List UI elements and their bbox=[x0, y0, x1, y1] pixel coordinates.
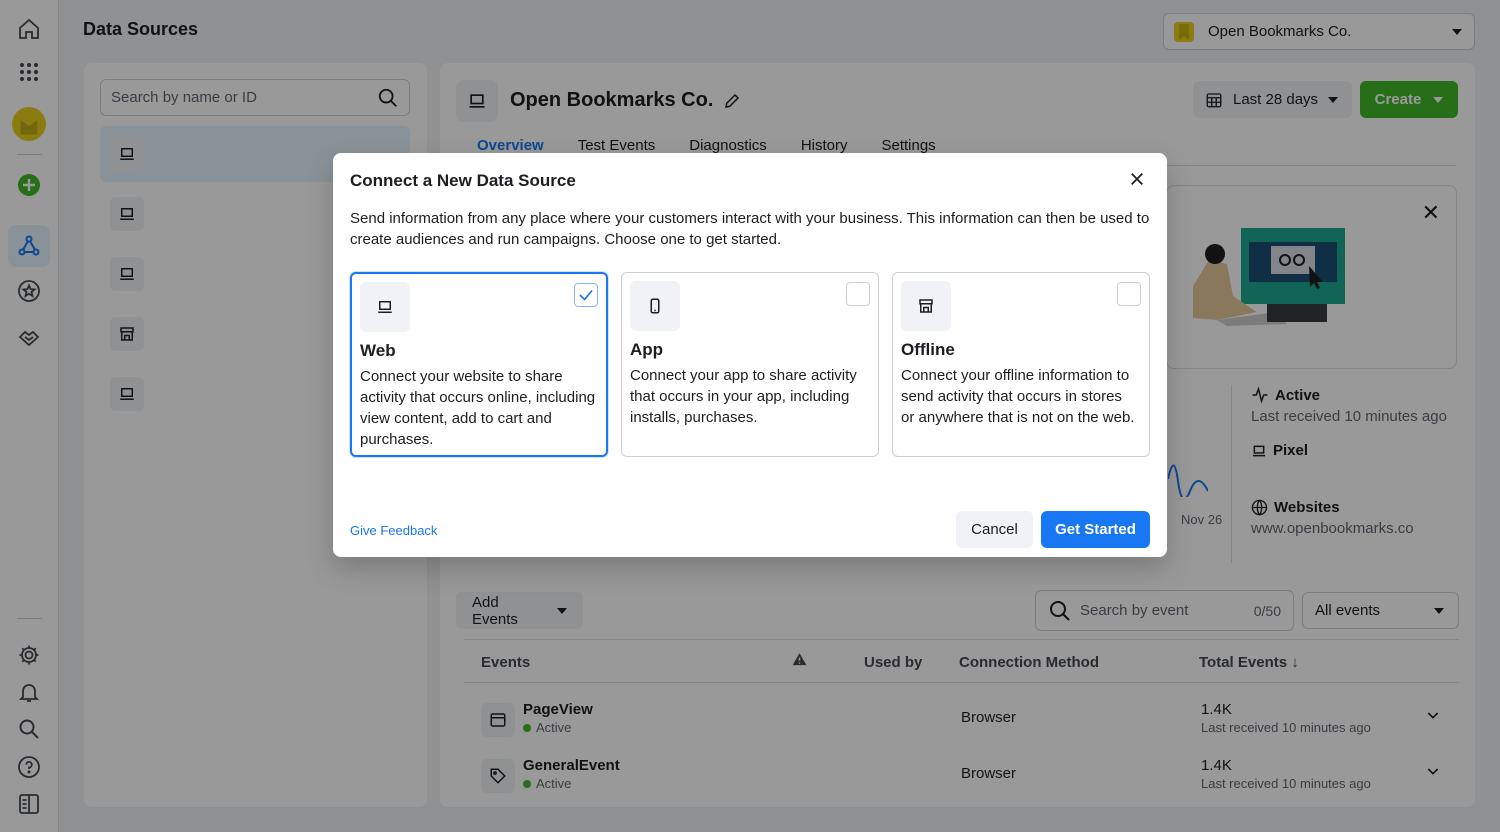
store-icon bbox=[901, 281, 951, 331]
get-started-button[interactable]: Get Started bbox=[1041, 511, 1150, 548]
offline-checkbox[interactable] bbox=[1117, 282, 1141, 306]
dialog-title: Connect a New Data Source bbox=[350, 171, 576, 190]
app-checkbox[interactable] bbox=[846, 282, 870, 306]
option-card-web[interactable]: Web Connect your website to share activi… bbox=[350, 272, 608, 457]
web-checkbox[interactable] bbox=[574, 283, 598, 307]
option-card-app[interactable]: App Connect your app to share activity t… bbox=[621, 272, 879, 457]
option-description: Connect your offline information to send… bbox=[901, 367, 1135, 426]
option-name: Web bbox=[360, 341, 396, 360]
option-card-offline[interactable]: Offline Connect your offline information… bbox=[892, 272, 1150, 457]
phone-icon bbox=[630, 281, 680, 331]
give-feedback-link[interactable]: Give Feedback bbox=[350, 523, 437, 538]
close-icon[interactable] bbox=[1125, 167, 1149, 191]
option-description: Connect your website to share activity t… bbox=[360, 368, 596, 448]
option-name: App bbox=[630, 340, 664, 359]
dialog-description: Send information from any place where yo… bbox=[350, 210, 1150, 248]
option-name: Offline bbox=[901, 340, 955, 359]
checkmark-icon bbox=[579, 289, 593, 301]
cancel-button[interactable]: Cancel bbox=[956, 511, 1033, 548]
connect-data-source-dialog: Connect a New Data Source Send informati… bbox=[333, 153, 1167, 557]
laptop-icon bbox=[360, 282, 410, 332]
option-description: Connect your app to share activity that … bbox=[630, 367, 857, 426]
